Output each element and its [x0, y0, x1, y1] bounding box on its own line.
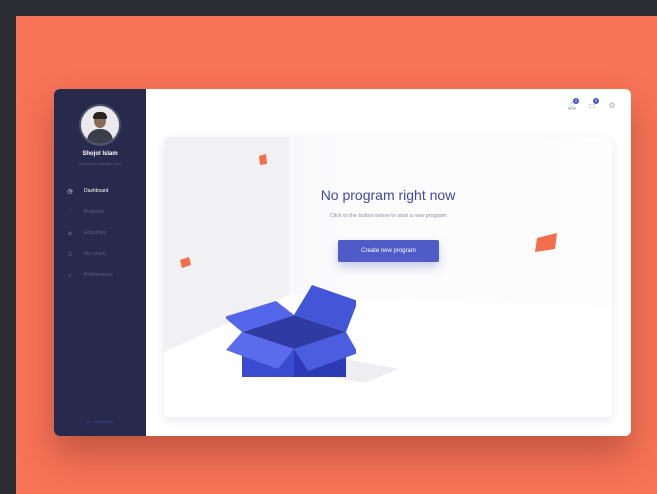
open-box-illustration — [226, 285, 356, 377]
sidebar-item-progress[interactable]: ⟋ Progress — [66, 207, 104, 217]
sidebar-item-label: My coach — [84, 251, 106, 257]
progress-icon: ⟋ — [67, 208, 73, 215]
brand-logo-icon — [85, 419, 113, 424]
avatar-torso — [87, 129, 113, 144]
notification-button[interactable]: 🔔︎ 2 — [567, 98, 579, 111]
sidebar-item-label: Education — [84, 230, 107, 236]
sidebar-item-performance[interactable]: ➶ Performance — [66, 270, 113, 280]
user-name: Shojol Islam — [82, 151, 118, 157]
confetti-piece — [535, 233, 557, 252]
create-program-button[interactable]: Create new program — [338, 240, 439, 262]
sidebar-item-dashboard[interactable]: ◷ Dashboard — [66, 186, 108, 196]
empty-state-card: No program right now Click to the button… — [164, 137, 612, 417]
coach-icon: ♙ — [67, 251, 73, 258]
confetti-piece — [180, 257, 191, 268]
sidebar-item-education[interactable]: ◈ Education — [66, 228, 107, 238]
settings-button[interactable]: ⚙ — [607, 101, 617, 111]
header-actions: 🔔︎ 2 ▭ 0 ⚙ — [567, 98, 617, 111]
cart-button[interactable]: ▭ 0 — [587, 98, 599, 111]
sidebar-item-label: Progress — [84, 209, 105, 215]
user-subtitle: Any text or number here — [78, 161, 122, 166]
education-icon: ◈ — [67, 230, 73, 237]
sidebar-item-label: Dashboard — [84, 188, 109, 194]
avatar[interactable] — [81, 106, 119, 144]
cart-badge: 0 — [593, 98, 599, 104]
brand-logo — [54, 419, 146, 426]
confetti-piece — [259, 154, 267, 165]
empty-state-title: No program right now — [320, 187, 456, 203]
backdrop: Shojol Islam Any text or number here ◷ D… — [16, 16, 657, 494]
avatar-hair — [93, 112, 107, 119]
empty-state-subtitle: Click to the button below to start a new… — [329, 213, 447, 219]
gear-icon: ⚙ — [608, 101, 616, 110]
notification-badge: 2 — [573, 98, 579, 104]
performance-icon: ➶ — [67, 272, 73, 279]
dashboard-icon: ◷ — [67, 188, 73, 195]
sidebar: Shojol Islam Any text or number here ◷ D… — [54, 89, 146, 436]
sidebar-item-label: Performance — [84, 272, 113, 278]
app-window: Shojol Islam Any text or number here ◷ D… — [54, 89, 631, 436]
sidebar-item-my-coach[interactable]: ♙ My coach — [66, 249, 105, 259]
